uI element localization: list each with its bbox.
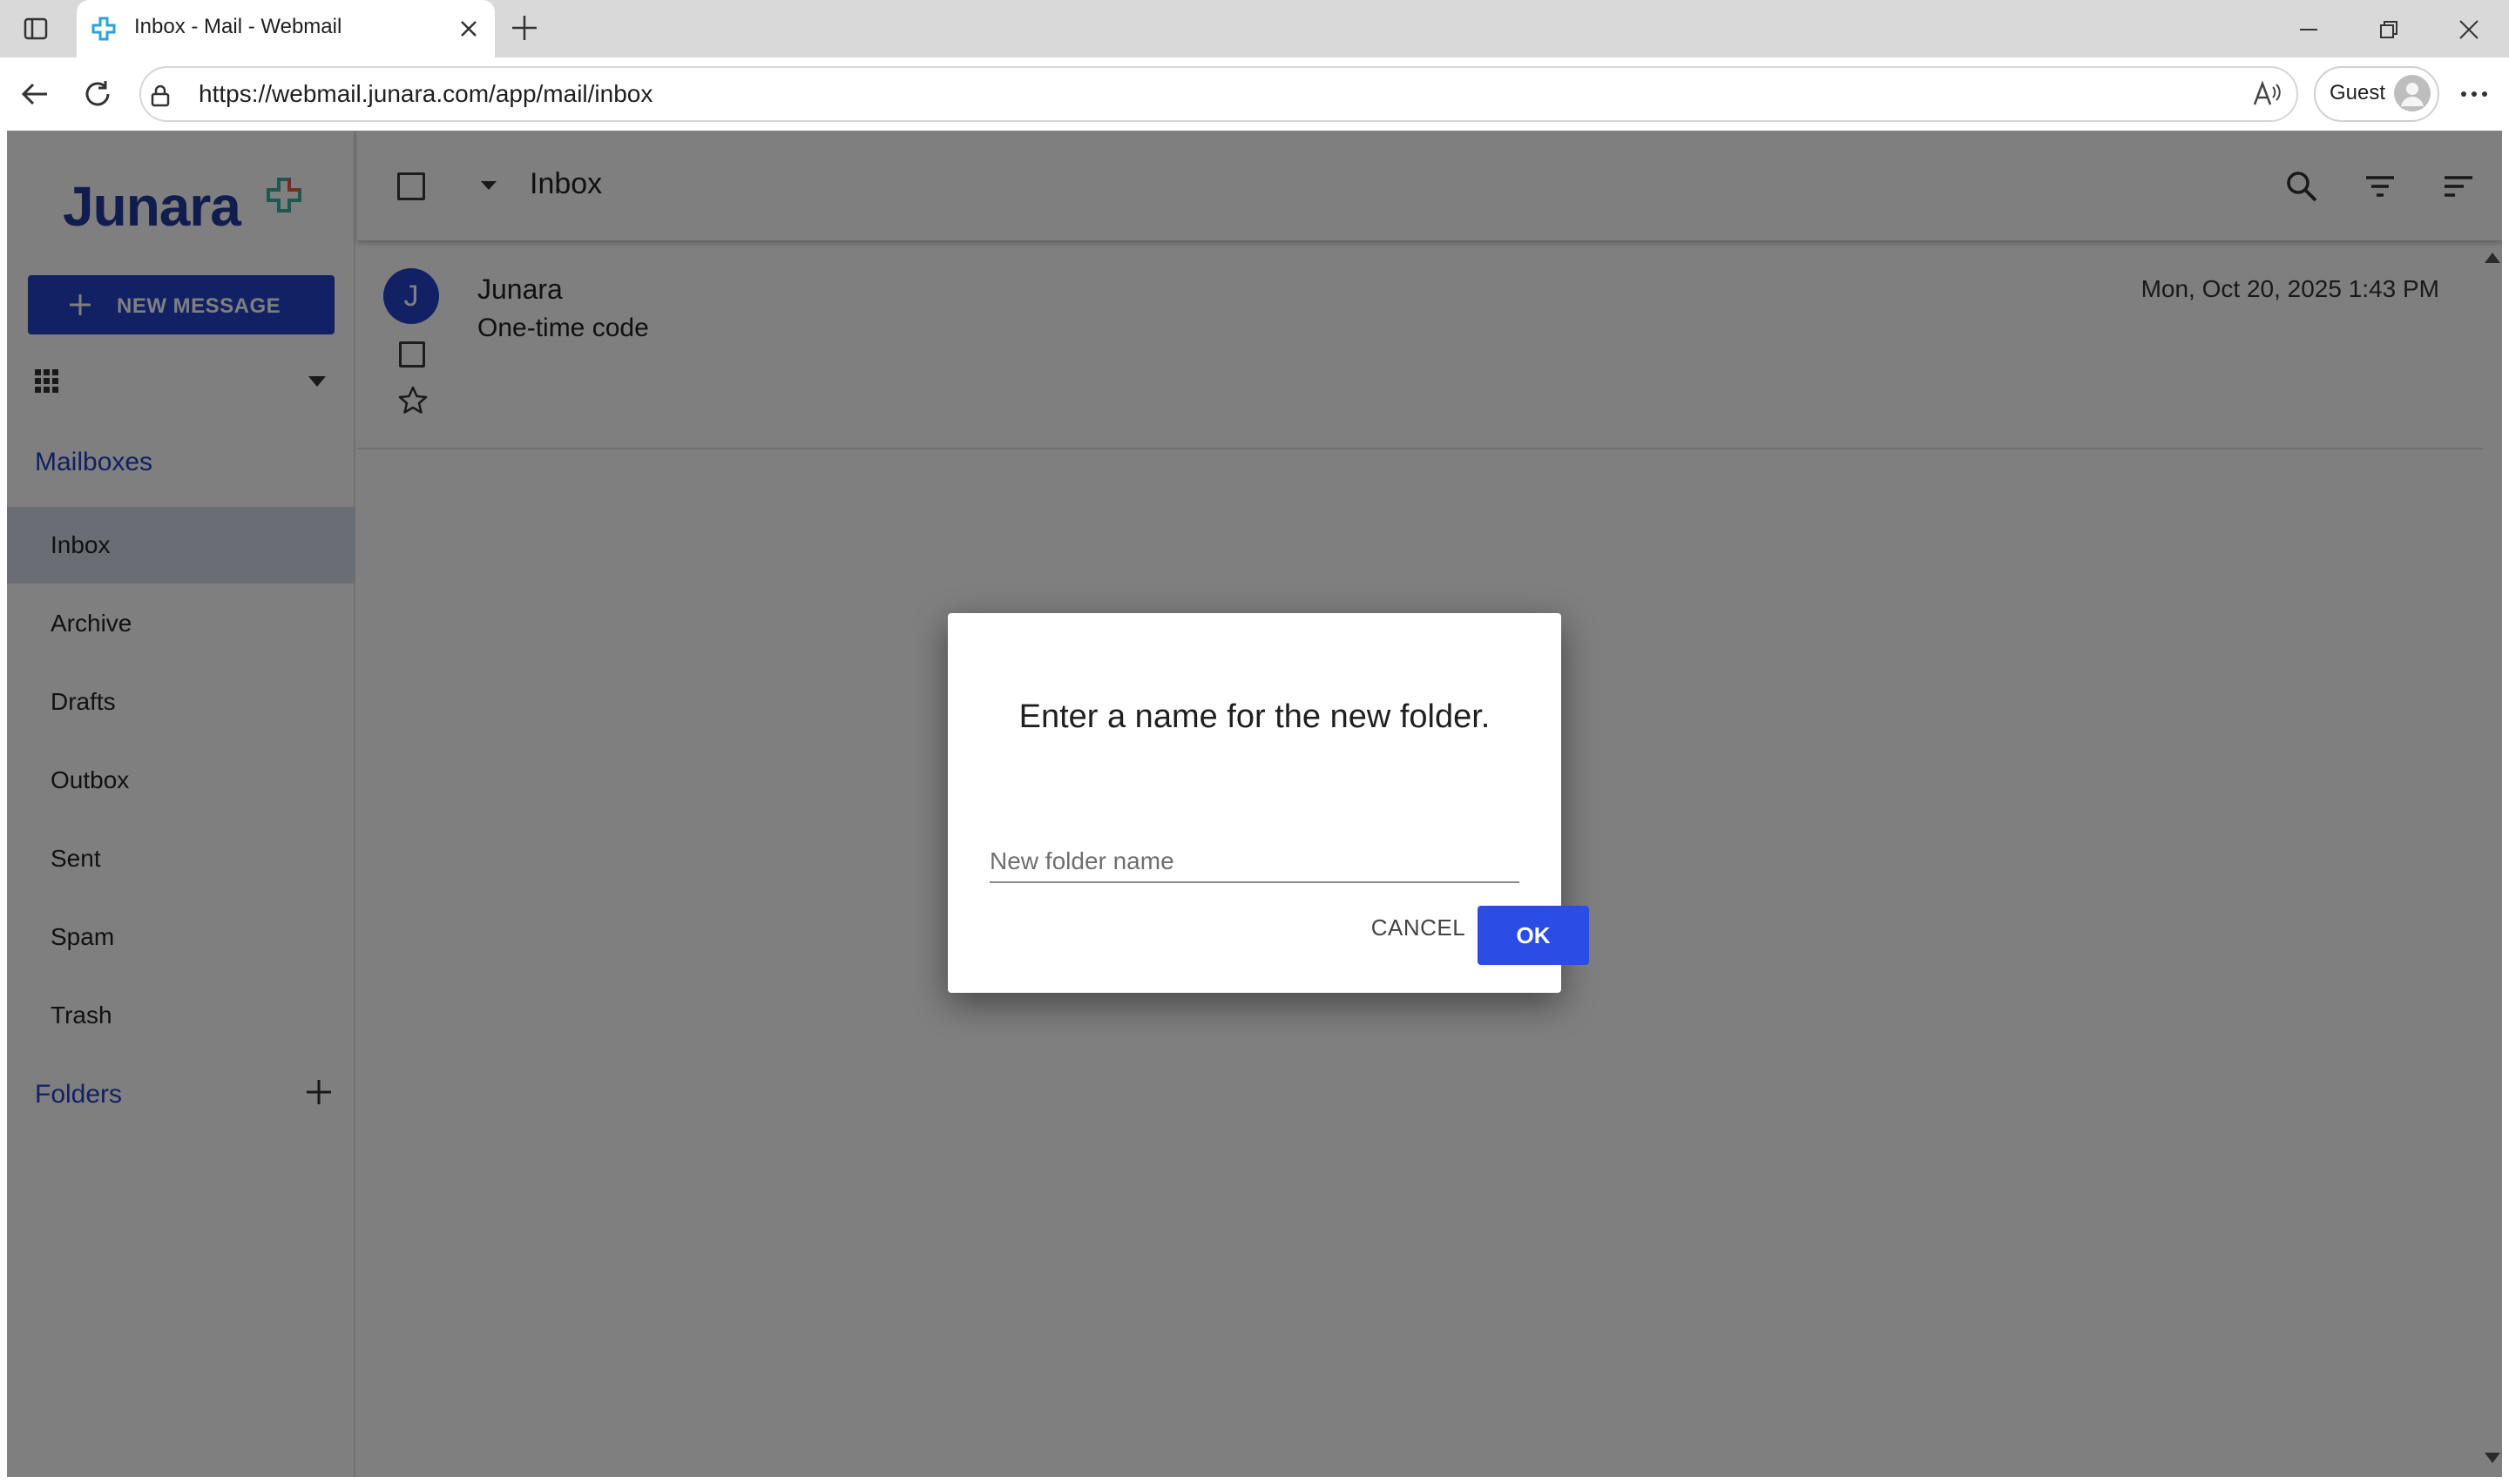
profile-avatar-icon: [2394, 75, 2431, 111]
browser-tabstrip: Inbox - Mail - Webmail: [0, 0, 2509, 57]
close-tab-icon[interactable]: [455, 15, 483, 43]
new-folder-name-input[interactable]: [990, 841, 1519, 883]
new-tab-icon[interactable]: [509, 12, 540, 44]
close-window-icon[interactable]: [2452, 12, 2486, 47]
address-url[interactable]: https://webmail.junara.com/app/mail/inbo…: [199, 80, 653, 108]
tab-actions-icon[interactable]: [21, 14, 51, 44]
back-icon[interactable]: [16, 75, 54, 113]
profile-label: Guest: [2330, 81, 2386, 105]
cancel-button[interactable]: CANCEL: [1368, 906, 1469, 949]
lock-icon[interactable]: [148, 84, 172, 108]
tab-title: Inbox - Mail - Webmail: [134, 15, 342, 38]
minimize-icon[interactable]: [2291, 12, 2326, 47]
read-aloud-icon[interactable]: [2251, 78, 2282, 110]
more-options-icon[interactable]: [2457, 78, 2492, 110]
junara-favicon-icon: [91, 16, 117, 42]
dialog-title: Enter a name for the new folder.: [1018, 698, 1491, 735]
ok-button[interactable]: OK: [1478, 906, 1589, 965]
new-folder-dialog: Enter a name for the new folder. CANCEL …: [948, 613, 1589, 993]
restore-icon[interactable]: [2371, 12, 2406, 47]
reload-icon[interactable]: [78, 75, 117, 113]
